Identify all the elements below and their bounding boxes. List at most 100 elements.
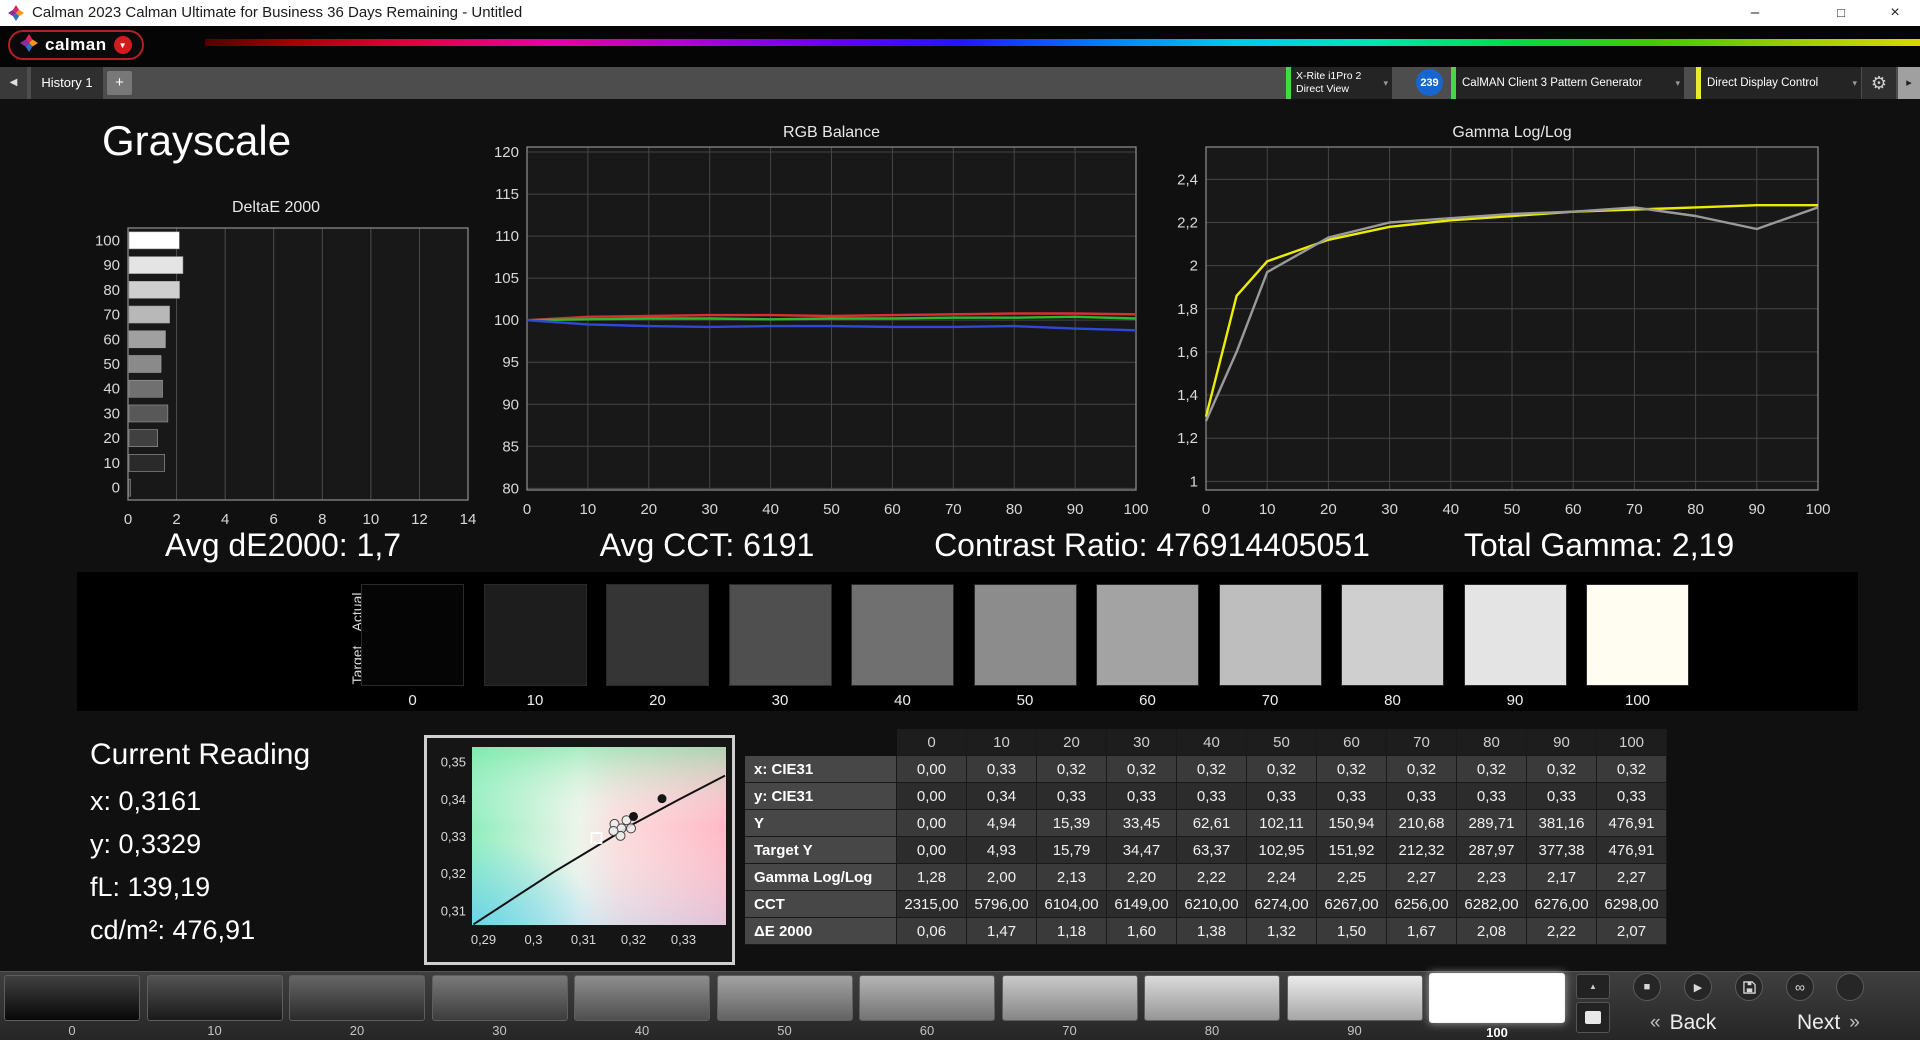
pattern-patch-0[interactable] bbox=[4, 975, 140, 1021]
collapse-up-button[interactable]: ▲ bbox=[1576, 974, 1610, 999]
table-cell: 1,32 bbox=[1247, 918, 1317, 945]
grayscale-swatch-100 bbox=[1586, 584, 1689, 686]
svg-text:100: 100 bbox=[494, 312, 519, 329]
pattern-patch-90[interactable] bbox=[1286, 975, 1423, 1021]
stop-button[interactable]: ■ bbox=[1633, 973, 1661, 1001]
table-cell: 6104,00 bbox=[1037, 891, 1107, 918]
meter-dropdown[interactable]: X-Rite i1Pro 2 Direct View ▾ bbox=[1286, 67, 1392, 99]
tab-history-1[interactable]: History 1 bbox=[31, 67, 103, 99]
grayscale-swatch-20 bbox=[606, 584, 709, 686]
svg-text:100: 100 bbox=[1805, 501, 1830, 518]
table-cell: 0,32 bbox=[1247, 756, 1317, 783]
pattern-window-button[interactable] bbox=[1576, 1002, 1610, 1033]
pattern-patch-30[interactable] bbox=[431, 975, 568, 1021]
table-cell: 212,32 bbox=[1387, 837, 1457, 864]
gamma-chart: 1 1,2 1,4 1,6 1,8 2 2,2 2,4 0 10 20 30 40 50 60 70 80 90 1… bbox=[1140, 140, 1832, 525]
svg-text:0,33: 0,33 bbox=[441, 829, 466, 844]
table-cell: 1,18 bbox=[1037, 918, 1107, 945]
svg-text:4: 4 bbox=[221, 511, 229, 528]
refresh-button[interactable] bbox=[1836, 973, 1864, 1001]
save-icon bbox=[1742, 980, 1756, 994]
svg-text:70: 70 bbox=[1626, 501, 1643, 518]
table-cell: 476,91 bbox=[1597, 810, 1667, 837]
column-header: 60 bbox=[1317, 729, 1387, 756]
table-row: CCT 2315,00 5796,00 6104,00 6149,00 6210,00 62… bbox=[745, 891, 1667, 918]
table-cell: 1,28 bbox=[897, 864, 967, 891]
table-cell: 5796,00 bbox=[967, 891, 1037, 918]
svg-text:90: 90 bbox=[1748, 501, 1765, 518]
next-label: Next bbox=[1797, 1011, 1841, 1034]
display-control-dropdown[interactable]: Direct Display Control ▾ bbox=[1696, 67, 1861, 99]
table-cell: 0,33 bbox=[1597, 783, 1667, 810]
back-button[interactable]: « Back bbox=[1650, 1010, 1716, 1036]
table-row: ΔE 2000 0,06 1,47 1,18 1,60 1,38 1,32 1,50 1,67 2… bbox=[745, 918, 1667, 945]
grayscale-swatch-80 bbox=[1341, 584, 1444, 686]
table-cell: 0,32 bbox=[1387, 756, 1457, 783]
calman-app-icon bbox=[8, 5, 24, 21]
table-cell: 1,47 bbox=[967, 918, 1037, 945]
row-label: Y bbox=[745, 810, 897, 837]
column-header: 30 bbox=[1107, 729, 1177, 756]
svg-text:8: 8 bbox=[318, 511, 326, 528]
grayscale-swatch-0 bbox=[361, 584, 464, 686]
table-cell: 6282,00 bbox=[1457, 891, 1527, 918]
pattern-patch-70[interactable] bbox=[1001, 975, 1138, 1021]
pattern-generator-dropdown[interactable]: CalMAN Client 3 Pattern Generator ▾ bbox=[1451, 67, 1684, 99]
pattern-patch-40[interactable] bbox=[574, 975, 710, 1021]
reading-cdm2: cd/m²: 476,91 bbox=[90, 915, 256, 945]
svg-text:70: 70 bbox=[103, 307, 120, 324]
titlebar: Calman 2023 Calman Ultimate for Business… bbox=[0, 0, 1920, 26]
table-cell: 2,20 bbox=[1107, 864, 1177, 891]
row-label: Target Y bbox=[745, 837, 897, 864]
table-cell: 2,23 bbox=[1457, 864, 1527, 891]
svg-text:1,2: 1,2 bbox=[1177, 430, 1198, 447]
add-tab-button[interactable]: + bbox=[107, 71, 132, 95]
swatch-level-label: 100 bbox=[1624, 692, 1651, 709]
patch-level-label: 10 bbox=[207, 1023, 222, 1038]
table-cell: 2,00 bbox=[967, 864, 1037, 891]
deltae-bar-chart: 0 2 4 6 8 10 12 14 100 90 80 70 60 50 40 30 20 10 0 bbox=[70, 216, 482, 539]
play-button[interactable]: ▶ bbox=[1684, 973, 1712, 1001]
calman-logo-menu[interactable]: calman ▼ bbox=[8, 30, 144, 60]
table-cell: 2,25 bbox=[1317, 864, 1387, 891]
table-cell: 6267,00 bbox=[1317, 891, 1387, 918]
pattern-patch-80[interactable] bbox=[1144, 975, 1280, 1021]
chevron-down-icon: ▾ bbox=[1383, 77, 1388, 88]
row-label: ΔE 2000 bbox=[745, 918, 897, 945]
collapse-panel-button[interactable]: ◀ bbox=[0, 67, 27, 99]
next-button[interactable]: Next » bbox=[1797, 1010, 1860, 1036]
column-header: 100 bbox=[1597, 729, 1667, 756]
close-button[interactable]: × bbox=[1878, 0, 1912, 26]
settings-gear-button[interactable]: ⚙ bbox=[1862, 67, 1896, 99]
meter-count-badge[interactable]: 239 bbox=[1416, 69, 1443, 96]
table-cell: 0,33 bbox=[1317, 783, 1387, 810]
svg-text:0: 0 bbox=[523, 501, 531, 518]
pattern-patch-10[interactable] bbox=[146, 975, 283, 1021]
svg-text:1: 1 bbox=[1190, 473, 1198, 490]
patch-level-label: 60 bbox=[919, 1023, 935, 1038]
pattern-patch-60[interactable] bbox=[859, 975, 995, 1021]
scroll-right-button[interactable]: ▸ bbox=[1898, 67, 1920, 99]
swatch-level-label: 10 bbox=[526, 692, 544, 709]
results-table: 0 10 20 30 40 50 60 70 80 90 100 x: CIE31 0,00 0,33 0,… bbox=[745, 729, 1667, 945]
swatch-level-label: 50 bbox=[1016, 692, 1034, 709]
swatch-level-label: 70 bbox=[1261, 692, 1279, 709]
maximize-button[interactable]: □ bbox=[1824, 0, 1858, 26]
table-cell: 6298,00 bbox=[1597, 891, 1667, 918]
svg-text:10: 10 bbox=[580, 501, 597, 518]
table-cell: 63,37 bbox=[1177, 837, 1247, 864]
minimize-button[interactable]: – bbox=[1738, 0, 1772, 26]
pattern-patch-100[interactable] bbox=[1429, 973, 1565, 1023]
pattern-patch-50[interactable] bbox=[716, 975, 853, 1021]
pattern-bar: 0 10 20 30 40 50 60 70 80 90 100 ▲ ■ ▶ ∞ « Back Ne… bbox=[0, 971, 1920, 1040]
cie-chart: 0,35 0,34 0,33 0,32 0,31 0,29 0,3 0,31 0,32 0,33 bbox=[424, 735, 735, 965]
logo-caret-icon[interactable]: ▼ bbox=[113, 36, 132, 54]
save-button[interactable] bbox=[1735, 973, 1763, 1001]
pattern-patch-20[interactable] bbox=[289, 975, 425, 1021]
link-button[interactable]: ∞ bbox=[1786, 973, 1814, 1001]
row-label: y: CIE31 bbox=[745, 783, 897, 810]
pattern-generator-label: CalMAN Client 3 Pattern Generator bbox=[1462, 77, 1643, 89]
swatch-level-label: 30 bbox=[771, 692, 789, 709]
svg-text:0,3: 0,3 bbox=[524, 932, 542, 947]
svg-text:20: 20 bbox=[1320, 501, 1337, 518]
